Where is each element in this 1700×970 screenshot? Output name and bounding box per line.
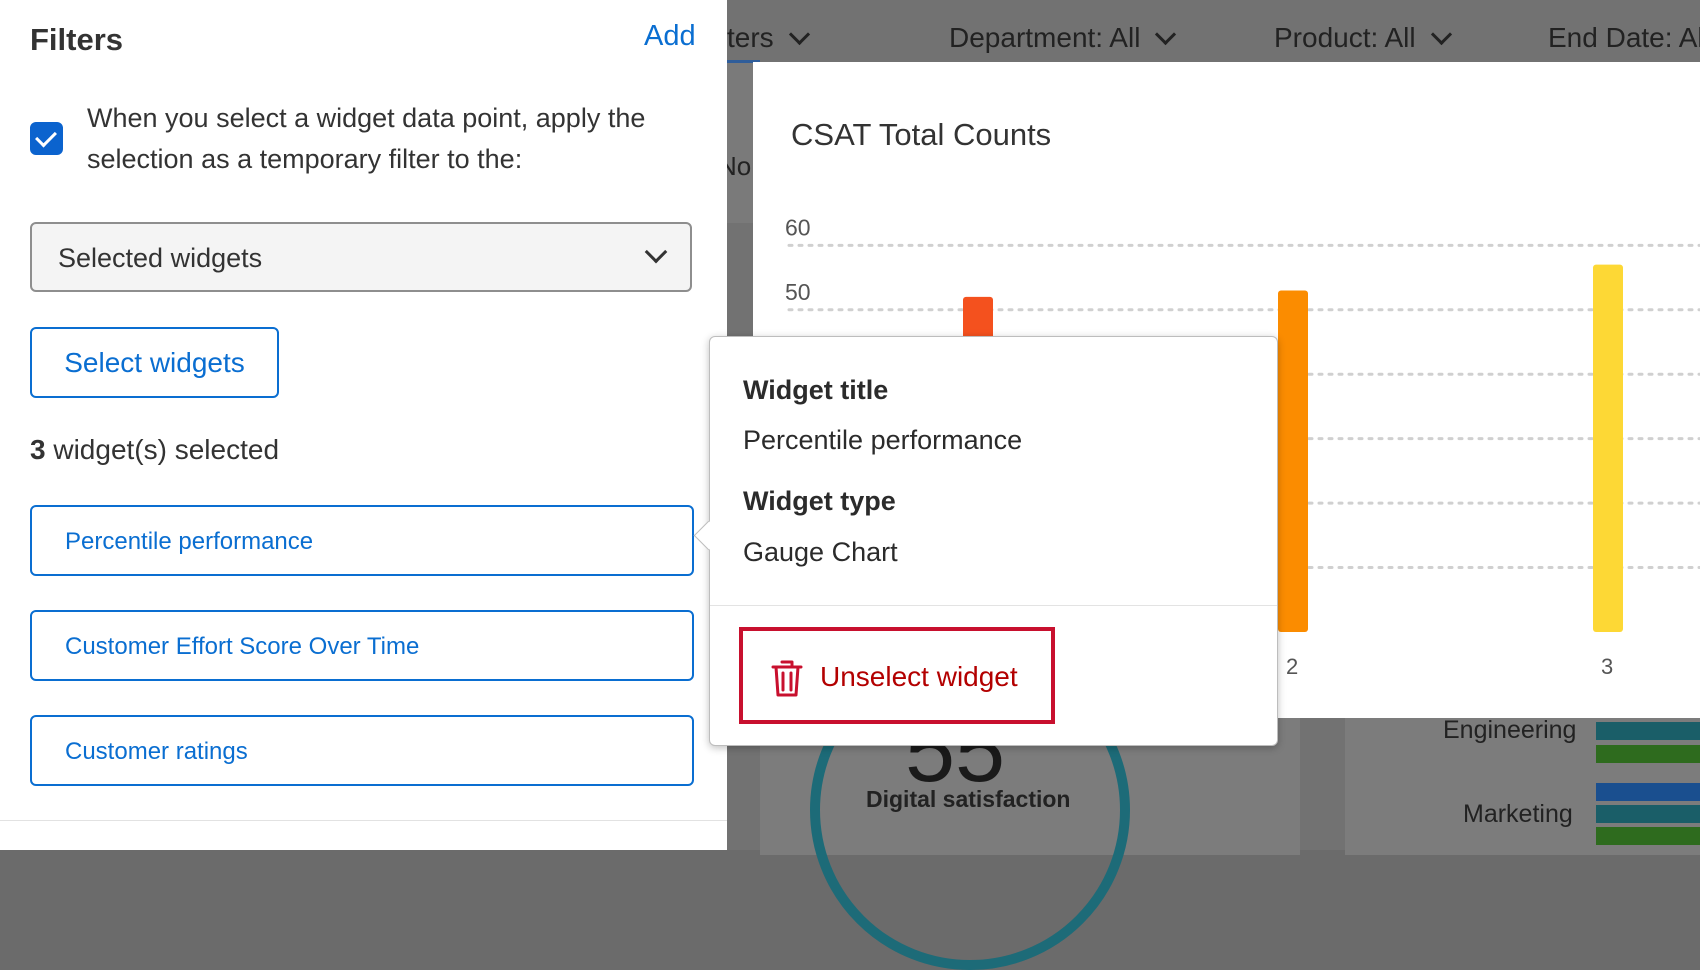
select-widgets-button[interactable]: Select widgets bbox=[30, 327, 279, 398]
trash-icon bbox=[771, 660, 803, 697]
popover-divider bbox=[710, 605, 1277, 606]
widget-type-value: Gauge Chart bbox=[743, 537, 898, 567]
unselect-widget-label: Unselect widget bbox=[820, 661, 1018, 692]
selected-widget-item[interactable]: Percentile performance bbox=[30, 505, 694, 576]
add-filter-link[interactable]: Add bbox=[644, 20, 696, 53]
apply-filter-checkbox[interactable] bbox=[30, 122, 63, 155]
filter-target-dropdown[interactable]: Selected widgets bbox=[30, 222, 692, 292]
department-bar bbox=[1596, 783, 1700, 801]
panel-divider bbox=[0, 820, 727, 821]
chevron-down-icon bbox=[644, 240, 668, 264]
filters-dropdown[interactable]: ters bbox=[727, 22, 810, 54]
department-bar bbox=[1596, 745, 1700, 763]
widget-type-heading: Widget type bbox=[743, 486, 896, 516]
panel-title: Filters bbox=[30, 22, 124, 57]
chart-bar bbox=[1278, 290, 1308, 632]
dashboard-filter-bar: ters Department: All Product: All End Da… bbox=[727, 0, 1700, 62]
widget-item-label: Percentile performance bbox=[65, 528, 314, 555]
department-label: Engineering bbox=[1443, 716, 1577, 744]
filters-panel: Filters Add When you select a widget dat… bbox=[0, 0, 727, 850]
widget-title-value: Percentile performance bbox=[743, 425, 1023, 455]
y-tick-label: 60 bbox=[785, 214, 811, 240]
y-tick-label: 50 bbox=[785, 279, 811, 305]
dropdown-value: Selected widgets bbox=[58, 243, 263, 273]
selected-count: 3 bbox=[30, 434, 46, 465]
department-bar bbox=[1596, 827, 1700, 845]
unselect-widget-button[interactable]: Unselect widget bbox=[739, 627, 1055, 724]
widget-item-label: Customer Effort Score Over Time bbox=[65, 633, 420, 660]
product-filter[interactable]: Product: All bbox=[1274, 22, 1452, 54]
chevron-down-icon bbox=[1430, 23, 1452, 46]
department-bar bbox=[1596, 722, 1700, 740]
chart-bar bbox=[1593, 264, 1623, 632]
x-tick-label: 2 bbox=[1286, 654, 1298, 679]
end-date-filter[interactable]: End Date: Al bbox=[1548, 22, 1700, 54]
selected-widget-item[interactable]: Customer ratings bbox=[30, 715, 694, 786]
department-filter[interactable]: Department: All bbox=[949, 22, 1177, 54]
chevron-down-icon bbox=[1155, 23, 1177, 46]
widget-title-heading: Widget title bbox=[743, 375, 889, 405]
checkbox-label: When you select a widget data point, app… bbox=[87, 103, 646, 174]
gauge-label: Digital satisfaction bbox=[866, 786, 1071, 812]
selected-count-suffix: widget(s) selected bbox=[45, 434, 280, 465]
department-label: Marketing bbox=[1463, 800, 1573, 828]
widget-details-popover: Widget title Percentile performance Widg… bbox=[693, 336, 1278, 746]
chevron-down-icon bbox=[788, 23, 810, 46]
widget-item-label: Customer ratings bbox=[65, 738, 248, 765]
x-tick-label: 3 bbox=[1601, 654, 1613, 679]
selected-widget-item[interactable]: Customer Effort Score Over Time bbox=[30, 610, 694, 681]
department-bar bbox=[1596, 805, 1700, 823]
selected-count-text: 3 widget(s) selected bbox=[30, 434, 279, 466]
